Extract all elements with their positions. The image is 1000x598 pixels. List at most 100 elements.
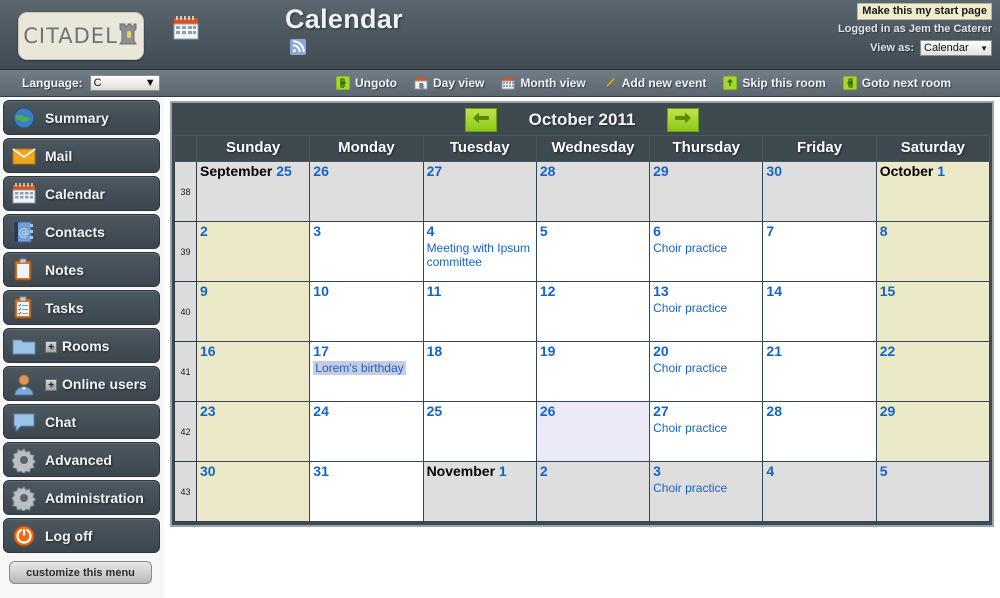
toolbar-skip-room-button[interactable]: Skip this room [722, 75, 826, 91]
citadel-logo[interactable]: CITADEL [18, 12, 144, 60]
calendar-day-cell[interactable]: 26 [309, 161, 424, 222]
calendar-day-number: 21 [766, 344, 872, 359]
sidebar-item-summary[interactable]: Summary [3, 100, 160, 135]
calendar-day-cell[interactable]: 28 [762, 401, 877, 462]
view-as-value: Calendar [924, 42, 969, 54]
calendar-event[interactable]: Choir practice [653, 361, 759, 375]
calendar-event[interactable]: Meeting with Ipsum committee [427, 241, 533, 269]
calendar-day-cell[interactable]: 23 [195, 401, 311, 462]
calendar-day-cell[interactable]: 20 Choir practice [649, 341, 764, 402]
toolbar-ungoto-button[interactable]: Ungoto [335, 75, 397, 91]
calendar-day-number: 28 [766, 404, 872, 419]
calendar-event[interactable]: Choir practice [653, 481, 759, 495]
calendar-day-cell[interactable]: 26 [535, 401, 651, 462]
sidebar-item-chat[interactable]: Chat [3, 404, 160, 439]
calendar-day-num-value: 2 [539, 463, 548, 479]
calendar-event[interactable]: Lorem's birthday [313, 361, 406, 375]
calendar-day-cell[interactable]: 7 [762, 221, 877, 282]
sidebar-item-administration[interactable]: Administration [3, 480, 160, 515]
calendar-month-label: September [200, 163, 273, 179]
sidebar-item-mail[interactable]: Mail [3, 138, 160, 173]
calendar-day-cell[interactable]: September 25 [195, 161, 311, 222]
calendar-day-cell[interactable]: 15 [875, 281, 991, 342]
sidebar-item-online-users[interactable]: + Online users [3, 366, 160, 401]
toolbar-add-new-event-button[interactable]: Add new event [603, 76, 706, 90]
calendar-day-cell[interactable]: 21 [762, 341, 877, 402]
expand-plus-icon[interactable]: + [45, 378, 57, 391]
calendar-day-cell[interactable]: 28 [535, 161, 651, 222]
toolbar-day-view-button[interactable]: 8 Day view [414, 76, 484, 90]
calendar-day-num-value: 24 [313, 403, 329, 419]
calendar-day-cell[interactable]: 29 [875, 401, 991, 462]
view-as-select[interactable]: Calendar ▼ [920, 40, 992, 56]
sidebar-item-rooms[interactable]: + Rooms [3, 328, 160, 363]
rss-feed-icon[interactable] [290, 39, 403, 60]
calendar-day-cell[interactable]: 4 [762, 461, 877, 522]
calendar-event[interactable]: Choir practice [653, 421, 759, 435]
calendar-day-cell[interactable]: 6 Choir practice [649, 221, 764, 282]
calendar-day-cell[interactable]: November 1 [422, 461, 537, 522]
calendar-day-num-value: 1 [498, 463, 507, 479]
calendar-day-cell[interactable]: 13 Choir practice [649, 281, 764, 342]
calendar-event[interactable]: Choir practice [653, 241, 759, 255]
calendar-day-number: 5 [540, 224, 646, 239]
calendar-day-num-value: 4 [426, 223, 435, 239]
calendar-day-cell[interactable]: 24 [309, 401, 424, 462]
calendar-day-number: 29 [880, 404, 986, 419]
calendar-day-cell[interactable]: 30 [762, 161, 877, 222]
calendar-day-cell[interactable]: 9 [195, 281, 311, 342]
calendar-week-row: 42 23 24 25 26 27 Choir practice 28 29 [174, 401, 991, 462]
calendar-day-cell[interactable]: 27 Choir practice [649, 401, 764, 462]
calendar-day-cell[interactable]: 8 [875, 221, 991, 282]
sidebar-item-label: Administration [45, 489, 144, 506]
calendar-day-number: 17 [313, 344, 419, 359]
calendar-day-cell[interactable]: 12 [535, 281, 651, 342]
calendar-day-number: 30 [766, 164, 872, 179]
prev-month-button[interactable] [465, 108, 497, 132]
calendar-day-number: 4 [766, 464, 872, 479]
calendar-day-cell[interactable]: 4 Meeting with Ipsum committee [422, 221, 537, 282]
calendar-day-cell[interactable]: 14 [762, 281, 877, 342]
toolbar-goto-next-room-button[interactable]: Goto next room [842, 75, 951, 91]
calendar-day-cell[interactable]: 2 [195, 221, 311, 282]
calendar-day-cell[interactable]: 2 [535, 461, 651, 522]
calendar-day-cell[interactable]: 29 [649, 161, 764, 222]
calendar-day-cell[interactable]: 3 Choir practice [649, 461, 764, 522]
calendar-day-number: 13 [653, 284, 759, 299]
language-select[interactable]: C ▼ [89, 75, 160, 91]
calendar-day-cell[interactable]: 17 Lorem's birthday [309, 341, 424, 402]
calendar-day-cell[interactable]: 19 [535, 341, 651, 402]
calendar-day-cell[interactable]: 31 [309, 461, 424, 522]
envelope-icon [11, 143, 37, 169]
make-start-page-button[interactable]: Make this my start page [857, 3, 992, 20]
toolbar-month-view-button[interactable]: Month view [501, 76, 586, 90]
sidebar-item-label: Tasks [45, 299, 84, 316]
calendar-day-cell[interactable]: 27 [422, 161, 537, 222]
expand-plus-icon[interactable]: + [45, 340, 57, 353]
calendar-day-cell[interactable]: 25 [422, 401, 537, 462]
language-label: Language: [22, 76, 83, 90]
calendar-day-cell[interactable]: October 1 [875, 161, 991, 222]
calendar-day-cell[interactable]: 3 [309, 221, 424, 282]
calendar-day-number: September 25 [200, 164, 306, 179]
calendar-day-cell[interactable]: 18 [422, 341, 537, 402]
calendar-week-row: 41 16 17 Lorem's birthday 18 19 20 Choir practi… [174, 341, 991, 402]
calendar-day-cell[interactable]: 5 [535, 221, 651, 282]
calendar-month-label: October [879, 163, 934, 179]
sidebar-item-contacts[interactable]: @ Contacts [3, 214, 160, 249]
calendar-day-cell[interactable]: 30 [195, 461, 311, 522]
calendar-event[interactable]: Choir practice [653, 301, 759, 315]
sidebar-item-advanced[interactable]: Advanced [3, 442, 160, 477]
sidebar-item-log-off[interactable]: Log off [3, 518, 160, 553]
customize-menu-button[interactable]: customize this menu [9, 561, 152, 584]
next-month-button[interactable] [667, 108, 699, 132]
sidebar-item-tasks[interactable]: Tasks [3, 290, 160, 325]
calendar-day-cell[interactable]: 11 [422, 281, 537, 342]
calendar-day-cell[interactable]: 10 [309, 281, 424, 342]
sidebar-item-calendar[interactable]: Calendar [3, 176, 160, 211]
calendar-day-cell[interactable]: 22 [875, 341, 991, 402]
calendar-day-cell[interactable]: 5 [875, 461, 991, 522]
chevron-down-icon: ▼ [980, 43, 988, 53]
calendar-day-cell[interactable]: 16 [195, 341, 311, 402]
sidebar-item-notes[interactable]: Notes [3, 252, 160, 287]
